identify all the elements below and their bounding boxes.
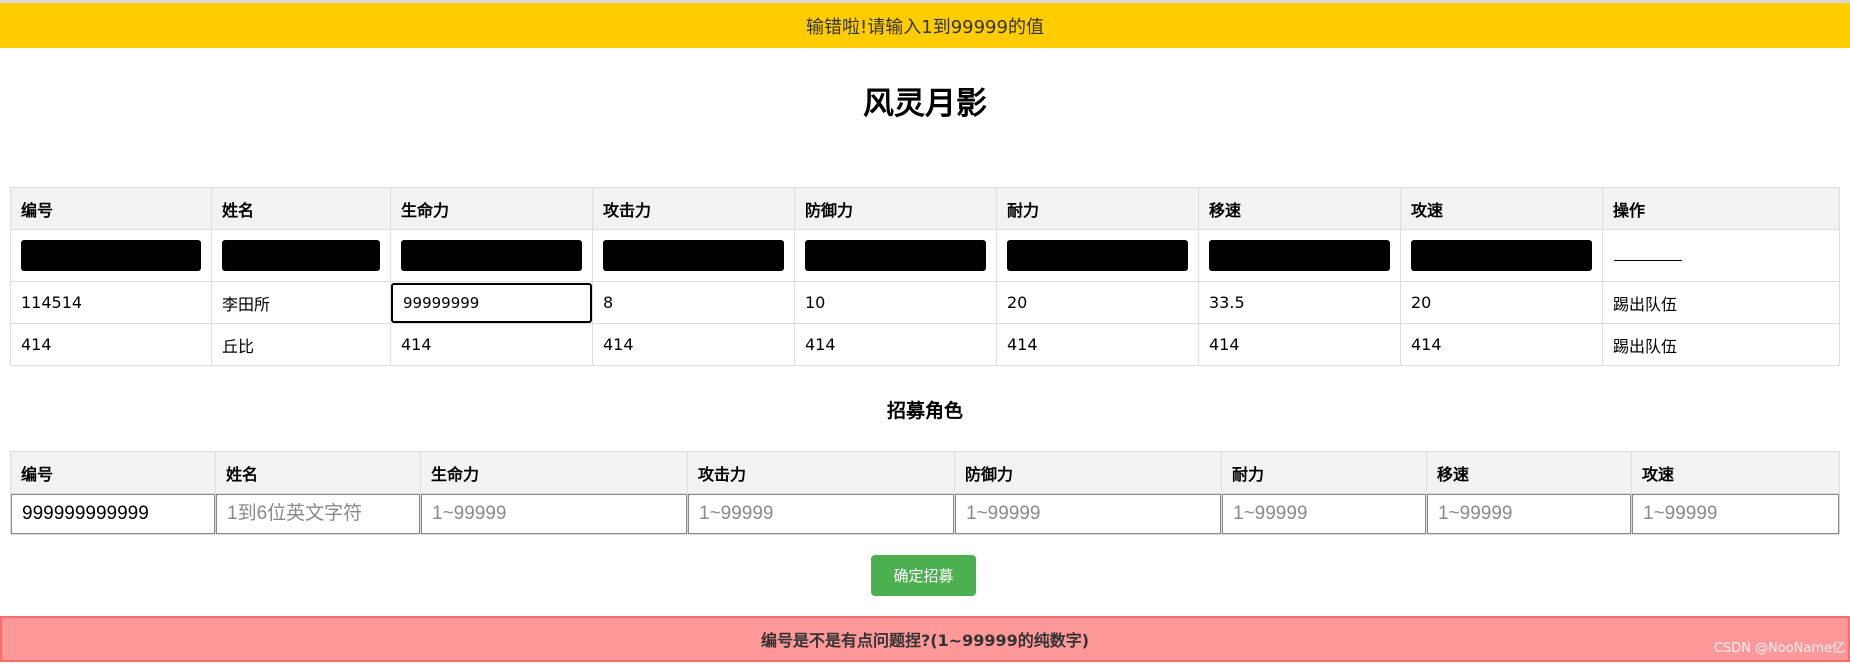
page-title: 风灵月影 [863,86,987,122]
recruit-attack-cell [687,493,955,535]
cell-attack-speed: 20 [1400,281,1603,324]
recruit-hp-cell [420,493,688,535]
defense-input[interactable] [955,494,1221,534]
cell-attack-speed: 414 [1400,323,1603,366]
redaction-bar [603,240,784,271]
cell-name: 李田所 [211,281,391,324]
attack-speed-input[interactable] [1632,494,1839,534]
kick-from-team-button[interactable]: 踢出队伍 [1602,323,1840,366]
error-banner: 编号是不是有点问题捏?(1~99999的纯数字) [0,616,1850,662]
cell-hp-editing [390,281,593,324]
error-text: 编号是不是有点问题捏?(1~99999的纯数字) [760,631,1090,650]
cell-name: 丘比 [211,323,391,366]
recruit-id-cell [10,493,216,535]
cell-id: 114514 [10,281,212,324]
recruit-header-id: 编号 [10,451,216,494]
recruit-header-name: 姓名 [215,451,421,494]
recruit-header-hp: 生命力 [420,451,688,494]
redaction-bar [805,240,986,271]
masked-cell [996,229,1199,282]
table-row: 114514 李田所 8 10 20 33.5 20 踢出队伍 [10,281,1840,324]
kick-from-team-button[interactable]: 踢出队伍 [1602,281,1840,324]
table-row: 414 丘比 414 414 414 414 414 414 踢出队伍 [10,323,1840,366]
recruit-header-attack: 攻击力 [687,451,955,494]
header-hp: 生命力 [390,187,593,230]
watermark: CSDN @NooName亿 [1713,641,1845,656]
masked-cell [211,229,391,282]
recruit-table: 编号 姓名 生命力 攻击力 防御力 耐力 移速 攻速 [10,451,1840,535]
redaction-bar [1007,240,1188,271]
cell-defense: 10 [794,281,997,324]
warning-text: 输错啦!请输入1到99999的值 [806,16,1044,38]
masked-cell [10,229,212,282]
team-table: 编号 姓名 生命力 攻击力 防御力 耐力 移速 攻速 操作 114514 李田所 [10,187,1840,366]
recruit-attack-speed-cell [1631,493,1840,535]
masked-cell [1400,229,1603,282]
cell-stamina: 20 [996,281,1199,324]
redaction-bar [1209,240,1390,271]
masked-cell [390,229,593,282]
header-attack: 攻击力 [592,187,795,230]
attack-input[interactable] [688,494,954,534]
recruit-header-move-speed: 移速 [1426,451,1632,494]
recruit-section-title: 招募角色 [886,400,963,422]
header-move-speed: 移速 [1198,187,1401,230]
hp-edit-input[interactable] [391,282,592,323]
recruit-header-stamina: 耐力 [1221,451,1427,494]
cell-stamina: 414 [996,323,1199,366]
masked-cell [592,229,795,282]
cell-id: 414 [10,323,212,366]
recruit-header-defense: 防御力 [954,451,1222,494]
confirm-recruit-button[interactable]: 确定招募 [871,555,976,596]
team-header-row: 编号 姓名 生命力 攻击力 防御力 耐力 移速 攻速 操作 [10,187,1840,230]
cell-move-speed: 33.5 [1198,281,1401,324]
stamina-input[interactable] [1222,494,1426,534]
header-name: 姓名 [211,187,391,230]
header-attack-speed: 攻速 [1400,187,1603,230]
name-input[interactable] [216,494,420,534]
header-id: 编号 [10,187,212,230]
cell-attack: 414 [592,323,795,366]
redaction-bar [1411,240,1592,271]
hp-input[interactable] [421,494,687,534]
recruit-header-row: 编号 姓名 生命力 攻击力 防御力 耐力 移速 攻速 [10,451,1840,494]
recruit-stamina-cell [1221,493,1427,535]
move-speed-input[interactable] [1427,494,1631,534]
redaction-bar [222,240,380,271]
recruit-header-attack-speed: 攻速 [1631,451,1840,494]
masked-cell [1198,229,1401,282]
masked-action-cell [1602,229,1840,282]
id-input[interactable] [11,494,215,534]
recruit-move-speed-cell [1426,493,1632,535]
redaction-bar [401,240,582,271]
masked-row [10,229,1840,282]
cell-defense: 414 [794,323,997,366]
header-defense: 防御力 [794,187,997,230]
recruit-defense-cell [954,493,1222,535]
header-action: 操作 [1602,187,1840,230]
header-stamina: 耐力 [996,187,1199,230]
warning-banner: 输错啦!请输入1到99999的值 [0,3,1850,48]
recruit-input-row [10,493,1840,535]
cell-move-speed: 414 [1198,323,1401,366]
recruit-name-cell [215,493,421,535]
cell-attack: 8 [592,281,795,324]
action-placeholder-line [1614,260,1682,261]
masked-cell [794,229,997,282]
cell-hp: 414 [390,323,593,366]
redaction-bar [21,240,201,271]
